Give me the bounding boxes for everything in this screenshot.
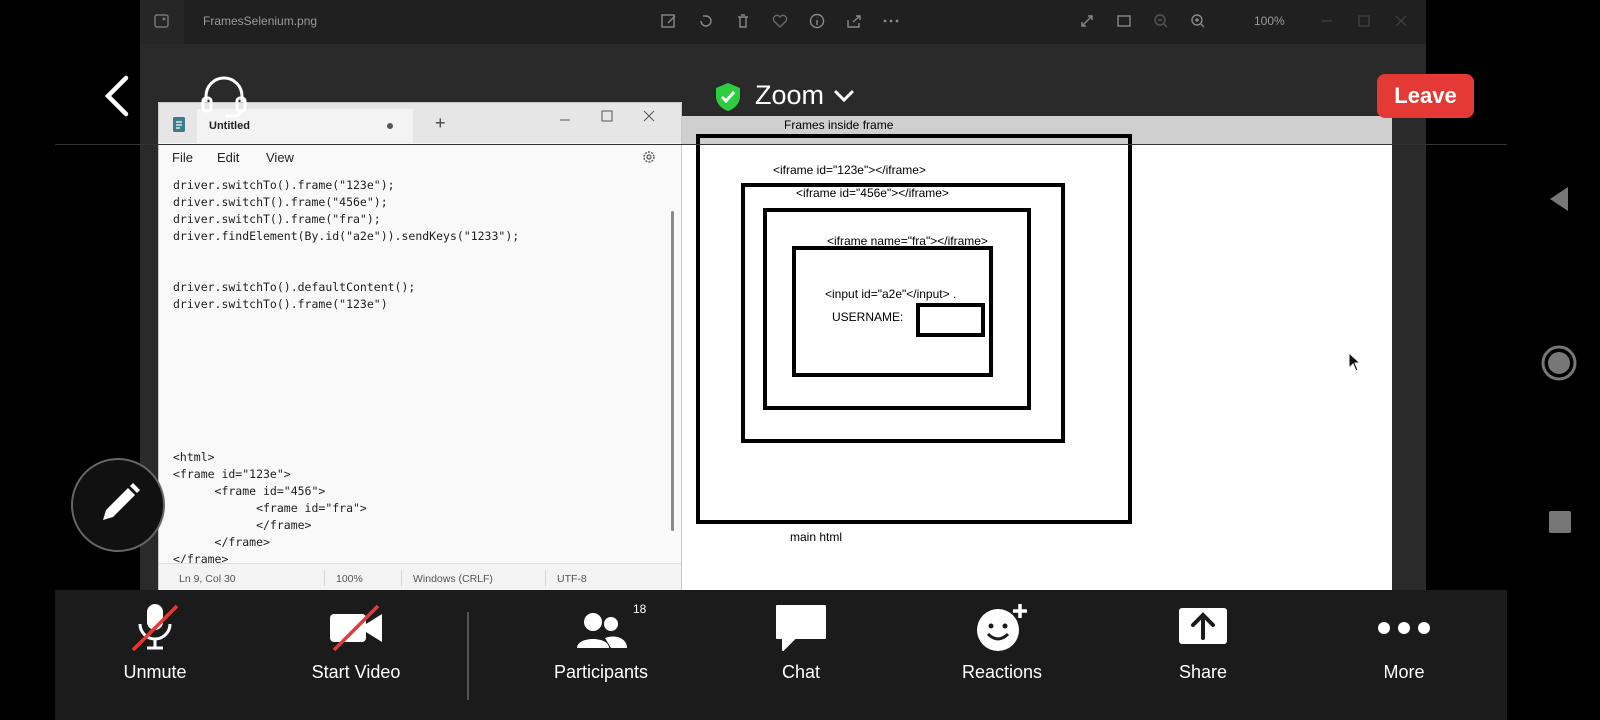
toolbar-divider (467, 612, 469, 700)
share-button[interactable]: Share (1103, 590, 1303, 720)
reaction-smiley-plus-icon (972, 602, 1032, 652)
favorite-heart-icon[interactable] (771, 12, 789, 30)
viewer-zoom-level: 100% (1254, 14, 1285, 28)
meeting-title[interactable]: Zoom (755, 80, 824, 111)
viewer-titlebar: FramesSelenium.png 100% (140, 0, 1426, 44)
participants-count-badge: 18 (633, 602, 647, 616)
share-image-icon[interactable] (845, 12, 863, 30)
settings-gear-icon[interactable] (641, 149, 657, 170)
viewer-filename: FramesSelenium.png (203, 14, 318, 28)
zoom-in-icon[interactable] (1189, 12, 1207, 30)
meeting-toolbar: Unmute Start Video 18 Participants Chat … (55, 590, 1507, 720)
edit-image-icon[interactable] (660, 12, 678, 30)
diagram-title: Frames inside frame (784, 118, 894, 132)
nav-recents-square-icon[interactable] (1548, 510, 1572, 539)
fit-to-window-icon[interactable] (1115, 12, 1133, 30)
annotate-button[interactable] (71, 458, 165, 552)
status-divider (401, 570, 402, 586)
headset-audio-icon[interactable] (200, 76, 248, 123)
muted-microphone-icon (125, 602, 185, 652)
input-a2e-label: <input id="a2e"</input> . (825, 287, 957, 301)
rotate-icon[interactable] (697, 12, 715, 30)
main-html-label: main html (790, 530, 843, 544)
more-label: More (1383, 662, 1425, 682)
status-line-ending: Windows (CRLF) (413, 573, 493, 585)
status-encoding: UTF-8 (557, 573, 587, 585)
notepad-maximize-icon[interactable] (601, 109, 613, 127)
top-overlay-divider (55, 144, 1507, 145)
share-label: Share (1178, 662, 1228, 682)
chat-bubble-icon (771, 602, 831, 652)
unmute-label: Unmute (123, 662, 187, 682)
minimize-icon[interactable] (1318, 12, 1336, 30)
menu-view[interactable]: View (266, 150, 294, 165)
delete-icon[interactable] (734, 12, 752, 30)
notepad-window: Untitled + File Edit View driver.switchT… (158, 102, 682, 590)
back-chevron-icon[interactable] (100, 74, 136, 123)
start-video-button[interactable]: Start Video (256, 590, 456, 720)
status-divider (324, 570, 325, 586)
share-screen-arrow-icon (1173, 602, 1233, 652)
reactions-button[interactable]: Reactions (902, 590, 1102, 720)
iframe-123e-label: <iframe id="123e"></iframe> (773, 163, 926, 177)
notepad-minimize-icon[interactable] (559, 113, 571, 131)
notepad-statusbar: Ln 9, Col 30 100% Windows (CRLF) UTF-8 (159, 563, 681, 590)
start-video-label: Start Video (311, 662, 401, 682)
notepad-menubar: File Edit View (159, 143, 681, 171)
more-options-icon[interactable] (882, 12, 900, 30)
iframe-456e-label: <iframe id="456e"></iframe> (796, 186, 949, 200)
unmute-button[interactable]: Unmute (55, 590, 255, 720)
reactions-label: Reactions (961, 662, 1043, 682)
encryption-shield-icon[interactable] (713, 81, 743, 118)
status-divider (545, 570, 546, 586)
chat-button[interactable]: Chat (701, 590, 901, 720)
leave-button[interactable]: Leave (1377, 74, 1474, 118)
pencil-icon (103, 483, 140, 520)
username-label: USERNAME: (832, 310, 904, 324)
notepad-close-icon[interactable] (643, 109, 655, 127)
nav-back-triangle-icon[interactable] (1546, 184, 1572, 219)
chat-label: Chat (781, 662, 821, 682)
menu-file[interactable]: File (172, 150, 193, 165)
info-icon[interactable] (808, 12, 826, 30)
maximize-icon[interactable] (1355, 12, 1373, 30)
close-window-icon[interactable] (1392, 12, 1410, 30)
nav-home-circle-icon[interactable] (1540, 344, 1578, 387)
status-zoom: 100% (336, 573, 363, 585)
new-tab-plus-icon[interactable]: + (435, 113, 446, 134)
notepad-scrollbar[interactable] (671, 211, 674, 531)
username-input-box (916, 303, 985, 337)
notepad-icon (171, 115, 187, 138)
notepad-editor[interactable]: driver.switchTo().frame("123e"); driver.… (173, 177, 663, 566)
participants-button[interactable]: 18 Participants (501, 590, 701, 720)
fullscreen-icon[interactable] (1078, 12, 1096, 30)
menu-edit[interactable]: Edit (217, 150, 239, 165)
unsaved-dot-icon[interactable] (387, 123, 393, 129)
mouse-cursor-icon (1348, 351, 1362, 377)
more-button[interactable]: More (1304, 590, 1504, 720)
zoom-out-icon[interactable] (1152, 12, 1170, 30)
chevron-down-icon[interactable] (833, 88, 855, 109)
participants-icon (571, 602, 631, 652)
more-dots-icon (1374, 602, 1434, 652)
video-off-camera-icon (326, 602, 386, 652)
viewer-app-icon (140, 0, 184, 44)
status-cursor-position: Ln 9, Col 30 (179, 573, 236, 585)
participants-label: Participants (553, 662, 649, 682)
